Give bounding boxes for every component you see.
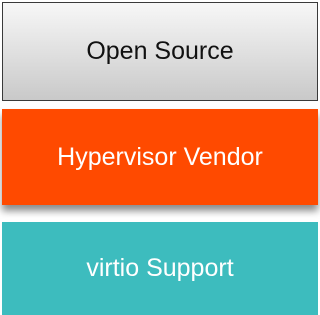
virtio-support-label: virtio Support bbox=[86, 254, 234, 282]
open-source-block: Open Source bbox=[2, 2, 318, 101]
hypervisor-vendor-block: Hypervisor Vendor bbox=[2, 109, 318, 205]
open-source-label: Open Source bbox=[86, 37, 234, 65]
layer-stack-diagram: Open Source Hypervisor Vendor virtio Sup… bbox=[0, 0, 320, 315]
virtio-support-block: virtio Support bbox=[2, 222, 318, 315]
hypervisor-vendor-label: Hypervisor Vendor bbox=[57, 142, 263, 171]
